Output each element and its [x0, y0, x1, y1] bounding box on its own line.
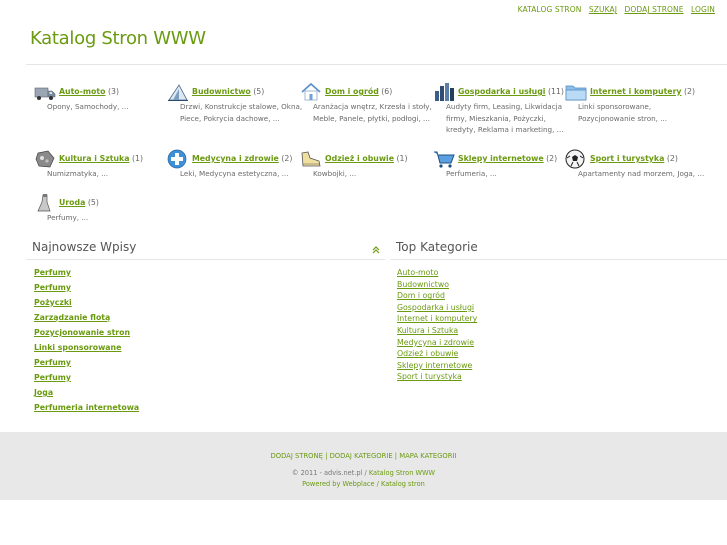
category-subcategories[interactable]: Leki, Medycyna estetyczna, ...	[180, 168, 310, 180]
truck-icon	[34, 87, 56, 100]
category-count: (2)	[666, 154, 678, 163]
shopping-cart-icon	[434, 151, 455, 168]
category-link[interactable]: Sport i turystyka	[590, 154, 664, 163]
footer-copyright: © 2011 - advis.net.pl / Katalog Stron WW…	[0, 469, 727, 477]
category-count: (1)	[131, 154, 144, 163]
collapse-chevron-icon[interactable]	[372, 246, 380, 254]
latest-entry-link[interactable]: Perfumy	[34, 268, 139, 283]
latest-entry-link[interactable]: Perfumy	[34, 373, 139, 388]
nav-szukaj-link[interactable]: SZUKAJ	[589, 5, 617, 14]
category-link[interactable]: Odzież i obuwie	[325, 154, 394, 163]
blueprint-icon	[168, 84, 188, 101]
category-link[interactable]: Gospodarka i usługi	[458, 87, 545, 96]
top-categories-header: Top Kategorie	[390, 240, 727, 260]
top-category-link[interactable]: Sklepy internetowe	[397, 361, 477, 373]
footer-nav: DODAJ STRONĘ | DODAJ KATEGORIE | MAPA KA…	[0, 452, 727, 460]
top-category-link[interactable]: Internet i komputery	[397, 314, 477, 326]
category-subcategories[interactable]: Audyty firm, Leasing, Likwidacja firmy, …	[446, 101, 576, 136]
category-count: (5)	[87, 198, 99, 207]
category-count: (5)	[253, 87, 265, 96]
footer-powered-by[interactable]: Powered by Webplace / Katalog stron	[0, 480, 727, 488]
top-category-link[interactable]: Auto-moto	[397, 268, 477, 280]
footer-category-map-link[interactable]: MAPA KATEGORII	[399, 452, 456, 460]
category-subcategories[interactable]: Aranżacja wnętrz, Krzesła i stoły, Meble…	[313, 101, 443, 124]
category-subcategories[interactable]: Perfumy, ...	[47, 212, 177, 224]
nav-katalog-link[interactable]: KATALOG STRON	[518, 5, 582, 14]
bar-chart-icon	[435, 83, 454, 101]
palette-icon	[35, 150, 55, 168]
category-count: (1)	[396, 154, 408, 163]
footer-add-site-link[interactable]: DODAJ STRONĘ	[270, 452, 322, 460]
category-subcategories[interactable]: Opony, Samochody, ...	[47, 101, 177, 113]
category-count: (2)	[546, 154, 558, 163]
latest-entry-link[interactable]: Joga	[34, 388, 139, 403]
top-category-link[interactable]: Budownictwo	[397, 280, 477, 292]
nav-dodaj-link[interactable]: DODAJ STRONE	[625, 5, 684, 14]
latest-entries-title: Najnowsze Wpisy	[32, 240, 137, 254]
latest-entry-link[interactable]: Zarządzanie flotą	[34, 313, 139, 328]
category-subcategories[interactable]: Apartamenty nad morzem, Joga, ...	[578, 168, 708, 180]
latest-entry-link[interactable]: Pożyczki	[34, 298, 139, 313]
copyright-text: © 2011 - advis.net.pl /	[291, 469, 367, 477]
latest-entry-link[interactable]: Pozycjonowanie stron	[34, 328, 139, 343]
top-categories-list: Auto-moto Budownictwo Dom i ogród Gospod…	[397, 268, 477, 384]
latest-entry-link[interactable]: Perfumeria internetowa	[34, 403, 139, 418]
category-link[interactable]: Kultura i Sztuka	[59, 154, 130, 163]
ball-icon	[565, 149, 585, 169]
shoe-icon	[301, 151, 321, 167]
top-category-link[interactable]: Kultura i Sztuka	[397, 326, 477, 338]
latest-entries-header: Najnowsze Wpisy	[26, 240, 385, 260]
category-count: (6)	[381, 87, 393, 96]
copyright-site-link[interactable]: Katalog Stron WWW	[369, 469, 435, 477]
top-navigation: KATALOG STRON SZUKAJ DODAJ STRONE LOGIN	[513, 5, 715, 14]
category-link[interactable]: Internet i komputery	[590, 87, 682, 96]
category-count: (3)	[107, 87, 120, 96]
category-link[interactable]: Budownictwo	[192, 87, 251, 96]
category-subcategories[interactable]: Numizmatyka, ...	[47, 168, 177, 180]
category-subcategories[interactable]: Drzwi, Konstrukcje stalowe, Okna, Piece,…	[180, 101, 310, 124]
category-link[interactable]: Medycyna i zdrowie	[192, 154, 279, 163]
category-subcategories[interactable]: Linki sponsorowane, Pozycjonowanie stron…	[578, 101, 708, 124]
header-divider	[26, 64, 727, 65]
house-icon	[301, 82, 321, 101]
category-subcategories[interactable]: Perfumeria, ...	[446, 168, 576, 180]
nav-login-link[interactable]: LOGIN	[691, 5, 715, 14]
category-link[interactable]: Uroda	[59, 198, 85, 207]
footer-add-category-link[interactable]: DODAJ KATEGORIE	[330, 452, 393, 460]
footer: DODAJ STRONĘ | DODAJ KATEGORIE | MAPA KA…	[0, 432, 727, 500]
latest-entry-link[interactable]: Linki sponsorowane	[34, 343, 139, 358]
category-link[interactable]: Auto-moto	[59, 87, 105, 96]
latest-entries-list: Perfumy Perfumy Pożyczki Zarządzanie flo…	[34, 268, 139, 418]
latest-entry-link[interactable]: Perfumy	[34, 283, 139, 298]
category-count: (2)	[684, 87, 696, 96]
top-category-link[interactable]: Dom i ogród	[397, 291, 477, 303]
top-category-link[interactable]: Odzież i obuwie	[397, 349, 477, 361]
category-count: (2)	[281, 154, 293, 163]
latest-entry-link[interactable]: Perfumy	[34, 358, 139, 373]
site-title[interactable]: Katalog Stron WWW	[30, 28, 206, 49]
category-count: (11)	[547, 87, 564, 96]
perfume-icon	[37, 194, 51, 212]
category-subcategories[interactable]: Kowbojki, ...	[313, 168, 443, 180]
top-category-link[interactable]: Sport i turystyka	[397, 372, 477, 384]
top-category-link[interactable]: Medycyna i zdrowie	[397, 338, 477, 350]
category-link[interactable]: Dom i ogród	[325, 87, 379, 96]
top-categories-title: Top Kategorie	[396, 240, 478, 254]
folder-icon	[565, 85, 587, 101]
footer-separator: |	[394, 452, 398, 460]
footer-separator: |	[325, 452, 328, 460]
top-category-link[interactable]: Gospodarka i usługi	[397, 303, 477, 315]
category-link[interactable]: Sklepy internetowe	[458, 154, 544, 163]
medical-cross-icon	[167, 149, 187, 169]
